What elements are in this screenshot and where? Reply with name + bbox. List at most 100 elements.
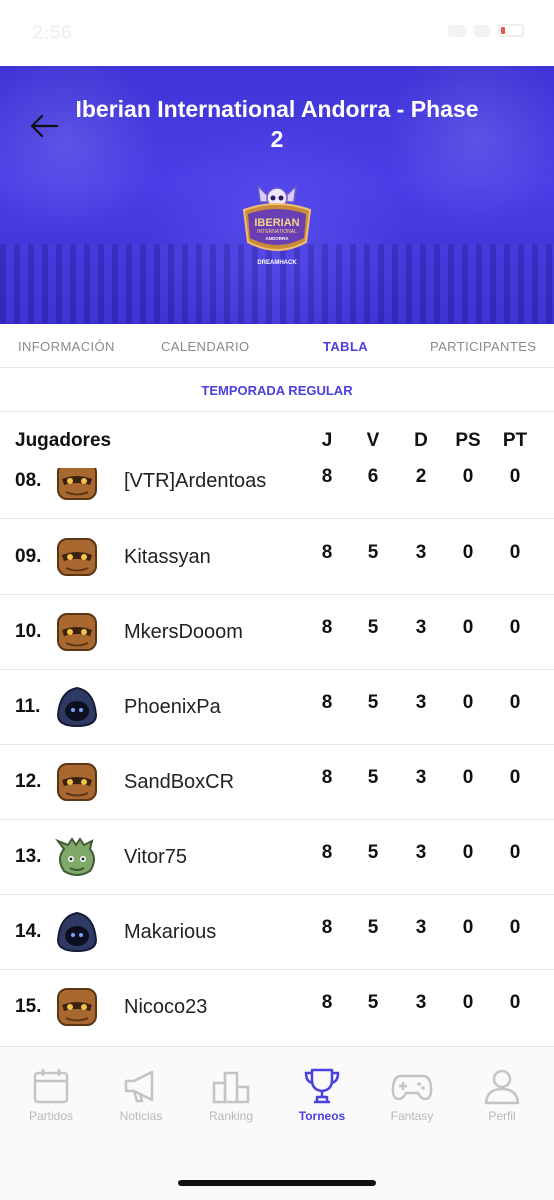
svg-text:DREAMHACK: DREAMHACK xyxy=(257,260,297,266)
column-header-ps: PS xyxy=(455,430,481,451)
table-row[interactable]: 15. Nicoco23 8 5 3 0 0 xyxy=(0,970,554,1045)
goblin-avatar-icon xyxy=(55,837,95,876)
wood-mask-avatar-icon xyxy=(57,988,97,1026)
player-name: MkersDooom xyxy=(124,621,243,643)
column-header-d: D xyxy=(414,430,428,451)
column-header-v: V xyxy=(366,430,380,451)
table-row[interactable]: 11. PhoenixPa 8 5 3 0 0 xyxy=(0,670,554,745)
row-position: 10. xyxy=(15,621,42,642)
nav-label: Ranking xyxy=(208,1109,254,1123)
standings-table: 08. [VTR]Ardentoas 8 6 2 0 0 09. Kitassy… xyxy=(0,456,554,1046)
calendar-icon xyxy=(33,1069,69,1104)
stat-d: 3 xyxy=(415,692,427,713)
table-row[interactable]: 13. Vitor75 8 5 3 0 0 xyxy=(0,820,554,895)
nav-label: Fantasy xyxy=(390,1109,434,1123)
stat-v: 5 xyxy=(367,917,379,938)
table-row[interactable]: 12. SandBoxCR 8 5 3 0 0 xyxy=(0,745,554,820)
table-row[interactable]: 10. MkersDooom 8 5 3 0 0 xyxy=(0,595,554,670)
row-position: 15. xyxy=(15,996,42,1017)
tab-participantes[interactable]: PARTICIPANTES xyxy=(430,339,536,354)
nav-fantasy[interactable]: Fantasy xyxy=(367,1067,457,1123)
stat-pt: 0 xyxy=(509,917,521,938)
nav-label: Perfil xyxy=(488,1109,516,1123)
row-position: 14. xyxy=(15,921,42,942)
player-name: Kitassyan xyxy=(124,546,211,568)
stat-d: 3 xyxy=(415,917,427,938)
stat-j: 8 xyxy=(321,692,333,713)
stat-j: 8 xyxy=(321,617,333,638)
nav-label: Noticias xyxy=(119,1109,163,1123)
tournament-hero-banner: Iberian International Andorra - Phase 2 … xyxy=(0,66,554,324)
player-name: SandBoxCR xyxy=(124,771,235,793)
row-position: 13. xyxy=(15,846,42,867)
tab-tabla[interactable]: TABLA xyxy=(323,339,368,354)
user-icon xyxy=(484,1069,520,1105)
stat-d: 3 xyxy=(415,542,427,563)
stat-j: 8 xyxy=(321,466,333,487)
stat-pt: 0 xyxy=(509,767,521,788)
tournament-title: Iberian International Andorra - Phase 2 xyxy=(75,96,479,152)
svg-text:IBERIAN: IBERIAN xyxy=(254,217,299,229)
row-position: 09. xyxy=(15,546,42,567)
stat-v: 6 xyxy=(367,466,379,487)
status-time: 2:56 xyxy=(32,22,73,44)
row-position: 08. xyxy=(15,470,42,491)
nav-ranking[interactable]: Ranking xyxy=(186,1067,276,1123)
player-name: Vitor75 xyxy=(124,846,188,868)
svg-text:INTERNATIONAL: INTERNATIONAL xyxy=(257,229,297,235)
nav-partidos[interactable]: Partidos xyxy=(6,1067,96,1123)
hooded-avatar-icon xyxy=(56,911,98,953)
column-header-j: J xyxy=(321,430,333,451)
stat-v: 5 xyxy=(367,692,379,713)
stat-j: 8 xyxy=(321,842,333,863)
nav-label: Torneos xyxy=(298,1109,346,1123)
signal-icon xyxy=(448,24,466,37)
stat-d: 3 xyxy=(415,617,427,638)
wood-mask-avatar-icon xyxy=(57,538,97,576)
player-name: Makarious xyxy=(124,921,217,943)
nav-label: Partidos xyxy=(28,1109,74,1123)
nav-torneos[interactable]: Torneos xyxy=(277,1067,367,1123)
column-header-pt: PT xyxy=(502,430,528,451)
subtab-temporada-regular[interactable]: TEMPORADA REGULAR xyxy=(0,383,554,398)
stat-v: 5 xyxy=(367,992,379,1013)
stat-ps: 0 xyxy=(462,917,474,938)
player-name: Nicoco23 xyxy=(124,996,208,1018)
podium-icon xyxy=(212,1071,250,1104)
standings-header: Jugadores J V D PS PT xyxy=(0,412,554,468)
stat-pt: 0 xyxy=(509,617,521,638)
stat-ps: 0 xyxy=(462,842,474,863)
wood-mask-avatar-icon xyxy=(57,613,97,651)
tournament-logo: IBERIAN INTERNATIONAL ANDORRA DREAMHACK xyxy=(242,183,312,266)
stat-pt: 0 xyxy=(509,992,521,1013)
wood-mask-avatar-icon xyxy=(57,763,97,801)
back-button[interactable] xyxy=(24,106,64,146)
stat-ps: 0 xyxy=(462,617,474,638)
stat-j: 8 xyxy=(321,917,333,938)
wifi-icon xyxy=(474,24,490,37)
stat-v: 5 xyxy=(367,767,379,788)
stat-j: 8 xyxy=(321,542,333,563)
nav-perfil[interactable]: Perfil xyxy=(457,1067,547,1123)
stat-ps: 0 xyxy=(462,542,474,563)
stat-ps: 0 xyxy=(462,466,474,487)
status-bar: 2:56 xyxy=(0,0,554,66)
stat-d: 3 xyxy=(415,992,427,1013)
stat-pt: 0 xyxy=(509,692,521,713)
table-row[interactable]: 09. Kitassyan 8 5 3 0 0 xyxy=(0,520,554,595)
table-row[interactable]: 14. Makarious 8 5 3 0 0 xyxy=(0,895,554,970)
stat-pt: 0 xyxy=(509,466,521,487)
svg-text:ANDORRA: ANDORRA xyxy=(266,236,290,241)
bottom-navigation: Partidos Noticias Ranking Torneos Fantas… xyxy=(0,1046,554,1200)
gamepad-icon xyxy=(391,1074,433,1101)
stat-d: 3 xyxy=(415,842,427,863)
nav-noticias[interactable]: Noticias xyxy=(96,1067,186,1123)
battery-icon xyxy=(498,24,524,37)
stat-ps: 0 xyxy=(462,767,474,788)
hooded-avatar-icon xyxy=(56,686,98,728)
home-indicator[interactable] xyxy=(178,1180,376,1186)
stat-pt: 0 xyxy=(509,542,521,563)
tab-informacion[interactable]: INFORMACIÓN xyxy=(18,339,115,354)
tab-calendario[interactable]: CALENDARIO xyxy=(161,339,250,354)
trophy-icon xyxy=(304,1068,340,1104)
